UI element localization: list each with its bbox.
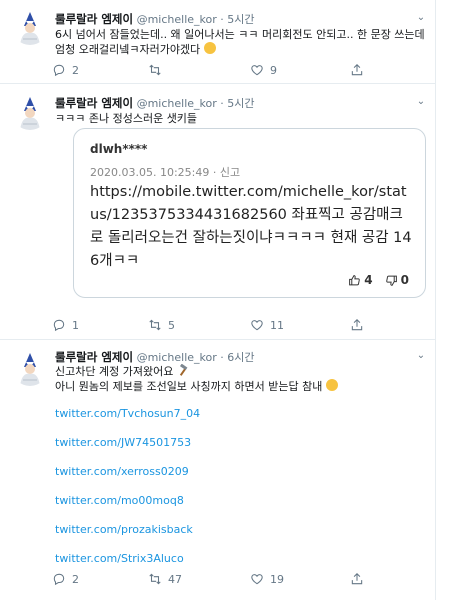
share-icon xyxy=(351,319,363,331)
thumbs-down-icon xyxy=(385,275,397,286)
heart-icon xyxy=(251,320,263,331)
like-count: 19 xyxy=(270,572,284,586)
like-count: 9 xyxy=(270,63,277,77)
account-link[interactable]: twitter.com/JW74501753 xyxy=(55,436,191,449)
timestamp[interactable]: 5시간 xyxy=(227,97,254,110)
unamused-face-icon xyxy=(325,379,338,391)
display-name[interactable]: 룰루랄라 엠제이 xyxy=(55,350,133,364)
tweet[interactable]: 룰루랄라 엠제이 @michelle_kor · 6시간 ⌄ 신고차단 계정 가… xyxy=(0,340,436,600)
retweet-icon xyxy=(149,573,161,585)
account-link[interactable]: twitter.com/mo00moq8 xyxy=(55,494,184,507)
reply-button[interactable]: 2 xyxy=(52,61,79,79)
timestamp[interactable]: 5시간 xyxy=(227,13,254,26)
reply-button[interactable]: 1 xyxy=(52,316,79,334)
share-button[interactable] xyxy=(350,570,364,588)
avatar[interactable] xyxy=(12,94,48,130)
handle[interactable]: @michelle_kor xyxy=(137,97,217,110)
avatar[interactable] xyxy=(12,9,48,45)
reply-count: 2 xyxy=(72,63,79,77)
reply-icon xyxy=(53,64,65,77)
heart-icon xyxy=(251,65,263,76)
share-icon xyxy=(351,573,363,585)
retweet-button[interactable]: 5 xyxy=(148,316,175,334)
account-link[interactable]: twitter.com/Tvchosun7_04 xyxy=(55,407,200,420)
tweet[interactable]: 룰루랄라 엠제이 @michelle_kor · 5시간 ⌄ 6시 넘어서 잠들… xyxy=(0,0,436,84)
retweet-button[interactable] xyxy=(148,61,168,79)
upvote-count: 4 xyxy=(364,273,373,287)
handle[interactable]: @michelle_kor xyxy=(137,13,217,26)
share-button[interactable] xyxy=(350,316,364,334)
tweet-text-line2: 아니 뭔놈의 제보를 조선일보 사칭까지 하면서 받는답 참내 xyxy=(55,379,430,394)
sleepy-face-icon xyxy=(203,42,216,54)
separator: · xyxy=(220,97,224,110)
downvote-count: 0 xyxy=(400,273,409,287)
share-button[interactable] xyxy=(350,61,364,79)
comment-votes: 4 0 xyxy=(348,273,409,287)
retweet-icon xyxy=(149,319,161,331)
handle[interactable]: @michelle_kor xyxy=(137,351,217,364)
account-link[interactable]: twitter.com/Strix3Aluco xyxy=(55,552,184,565)
comment-text: https://mobile.twitter.com/michelle_kor/… xyxy=(90,184,412,269)
retweet-count: 47 xyxy=(168,572,182,586)
tweet-text: ㅋㅋㅋ 존나 정성스러운 샛키들 xyxy=(55,112,198,125)
heart-icon xyxy=(251,574,263,585)
retweet-icon xyxy=(149,64,161,76)
display-name[interactable]: 룰루랄라 엠제이 xyxy=(55,96,133,110)
retweet-button[interactable]: 47 xyxy=(148,570,182,588)
tweet-header: 룰루랄라 엠제이 @michelle_kor · 5시간 xyxy=(55,11,255,27)
reply-button[interactable]: 2 xyxy=(52,570,79,588)
tweet-text-line1: 신고차단 계정 가져왔어요 xyxy=(55,364,430,379)
like-button[interactable]: 11 xyxy=(250,316,284,334)
separator: · xyxy=(220,351,224,364)
tweet-header: 룰루랄라 엠제이 @michelle_kor · 5시간 xyxy=(55,95,255,111)
timeline: 룰루랄라 엠제이 @michelle_kor · 5시간 ⌄ 6시 넘어서 잠들… xyxy=(0,0,436,600)
thumbs-up-icon xyxy=(349,274,361,285)
like-button[interactable]: 9 xyxy=(250,61,277,79)
reply-icon xyxy=(53,573,65,586)
chevron-down-icon[interactable]: ⌄ xyxy=(414,349,428,363)
separator: · xyxy=(220,13,224,26)
like-count: 11 xyxy=(270,318,284,332)
attached-image-comment[interactable]: dlwh**** 2020.03.05. 10:25:49 · 신고 https… xyxy=(73,128,426,298)
timestamp[interactable]: 6시간 xyxy=(227,351,254,364)
chevron-down-icon[interactable]: ⌄ xyxy=(414,95,428,109)
comment-datetime: 2020.03.05. 10:25:49 · 신고 xyxy=(90,166,241,179)
retweet-count: 5 xyxy=(168,318,175,332)
account-link[interactable]: twitter.com/prozakisback xyxy=(55,523,193,536)
comment-user: dlwh**** xyxy=(90,142,148,156)
display-name[interactable]: 룰루랄라 엠제이 xyxy=(55,12,133,26)
reply-count: 2 xyxy=(72,572,79,586)
account-link[interactable]: twitter.com/xerross0209 xyxy=(55,465,189,478)
avatar[interactable] xyxy=(12,350,48,386)
reply-count: 1 xyxy=(72,318,79,332)
like-button[interactable]: 19 xyxy=(250,570,284,588)
hammer-icon xyxy=(179,364,188,376)
share-icon xyxy=(351,64,363,76)
tweet-header: 룰루랄라 엠제이 @michelle_kor · 6시간 xyxy=(55,349,255,365)
tweet-text: 6시 넘어서 잠들었는데.. 왜 일어나서는 ㅋㅋ 머리회전도 안되고.. 한 … xyxy=(55,28,425,56)
reply-icon xyxy=(53,319,65,332)
chevron-down-icon[interactable]: ⌄ xyxy=(414,11,428,25)
